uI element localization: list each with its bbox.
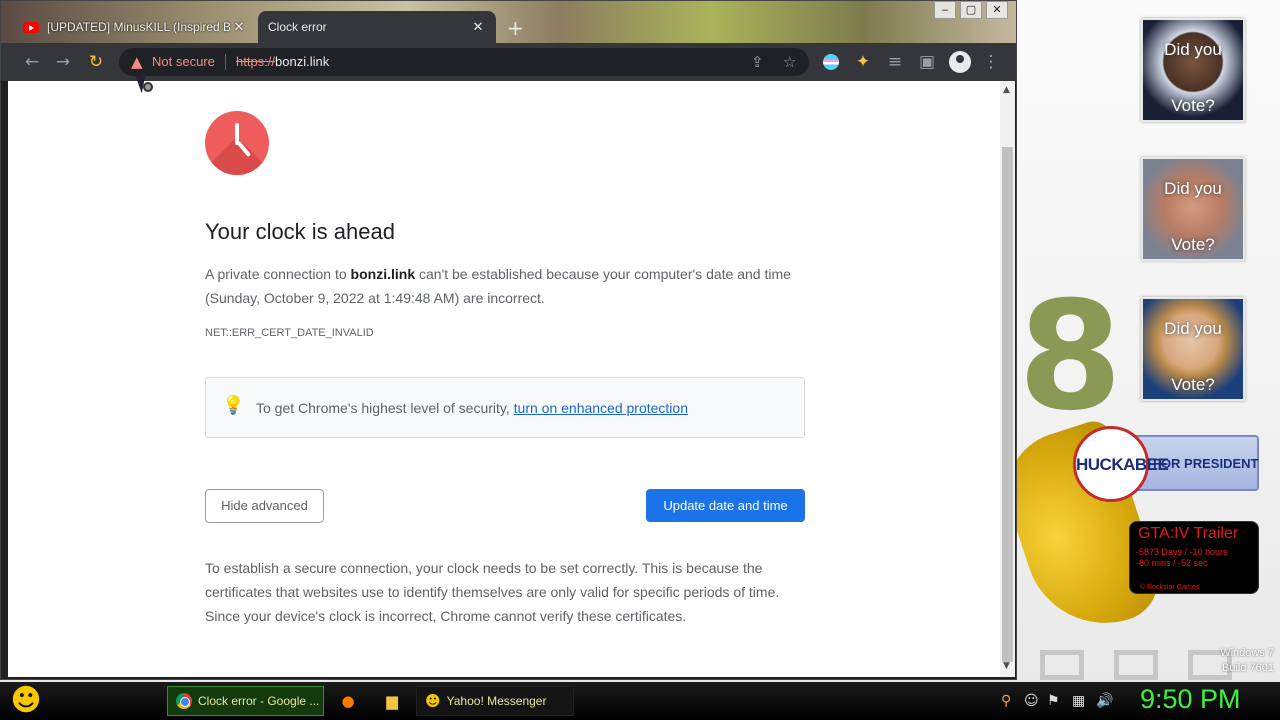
chrome-window: [UPDATED] MinusKILL (Inspired B... ✕ Clo… [0, 0, 1017, 680]
close-tab-icon[interactable]: ✕ [470, 19, 486, 35]
enhanced-protection-box: 💡 To get Chrome's highest level of secur… [205, 377, 805, 438]
taskbar-yahoo-messenger-item[interactable]: ☻ Yahoo! Messenger [416, 686, 574, 716]
vertical-scrollbar[interactable]: ▲ ▼ [1000, 81, 1015, 677]
lightbulb-icon: 💡 [222, 395, 245, 416]
interstitial-page: Your clock is ahead A private connection… [8, 81, 1000, 677]
omnibox[interactable]: ▲ Not secure https://bonzi.link ⇪ ☆ [119, 48, 809, 76]
side-panel-icon[interactable]: ▣ [917, 52, 937, 72]
flag-tray-icon[interactable]: ⚑ [1047, 693, 1060, 709]
gta-countdown-line2: -80 mins / -52 sec [1136, 558, 1208, 568]
taskbar-item-label: Yahoo! Messenger [446, 694, 547, 708]
tile-line1: Did you [1164, 319, 1222, 338]
forward-arrow-icon[interactable]: → [53, 52, 73, 72]
huckabee-gadget[interactable]: HUCKABEE FOR PRESIDENT [1073, 426, 1259, 502]
network-tray-icon[interactable]: ▦ [1072, 693, 1085, 709]
close-tab-icon[interactable]: ✕ [231, 19, 247, 35]
error-code[interactable]: NET::ERR_CERT_DATE_INVALID [205, 327, 374, 339]
profile-avatar-icon[interactable] [949, 51, 971, 73]
tile-line2: Vote? [1171, 375, 1215, 394]
maximize-button[interactable]: ▢ [960, 1, 982, 19]
close-window-button[interactable]: ✕ [986, 1, 1008, 19]
bookmark-star-icon[interactable]: ☆ [783, 53, 796, 71]
desktop-eight-graphic: 8 [1018, 270, 1122, 444]
taskbar-item-label: Clock error - Google ... [198, 694, 320, 708]
folder-icon[interactable]: ▆ [382, 691, 402, 711]
firefox-icon[interactable]: ● [338, 691, 358, 711]
tile-line1: Did you [1164, 179, 1222, 198]
vote-tile-mccain[interactable]: Did you Vote? [1141, 157, 1245, 261]
minimize-button[interactable]: ‒ [934, 1, 956, 19]
gta-countdown-line1: -5873 Days / -10 hours [1136, 547, 1228, 557]
update-date-time-button[interactable]: Update date and time [646, 489, 805, 522]
taskbar-clock[interactable]: 9:50 PM [1140, 684, 1241, 715]
search-tray-icon[interactable]: ⚲ [1001, 693, 1011, 709]
page-title: Your clock is ahead [205, 219, 395, 244]
chrome-icon [176, 693, 192, 709]
taskbar-chrome-item[interactable]: Clock error - Google ... [167, 686, 324, 716]
url-host: bonzi.link [275, 54, 330, 69]
vote-tile-obama[interactable]: Did you Vote? [1141, 18, 1245, 122]
not-secure-label[interactable]: Not secure [152, 54, 215, 69]
scrollbar-thumb[interactable] [1002, 147, 1013, 662]
smiley-tray-icon[interactable]: ☺ [1024, 693, 1039, 709]
menu-kebab-icon[interactable]: ⋮ [981, 52, 1001, 72]
tile-line2: Vote? [1171, 235, 1215, 254]
huckabee-sub: FOR PRESIDENT [1153, 456, 1259, 471]
enhanced-protection-link[interactable]: turn on enhanced protection [514, 400, 688, 416]
share-icon[interactable]: ⇪ [751, 53, 764, 71]
hide-advanced-button[interactable]: Hide advanced [205, 489, 324, 523]
youtube-icon [23, 21, 39, 33]
error-description: A private connection to bonzi.link can't… [205, 266, 791, 306]
scroll-down-arrow-icon[interactable]: ▼ [1003, 661, 1010, 671]
pride-extension-icon[interactable] [821, 52, 841, 72]
reload-icon[interactable]: ↻ [86, 52, 106, 72]
warning-triangle-icon[interactable]: ▲ [131, 53, 143, 71]
clock-icon [205, 111, 269, 175]
gta-countdown-gadget[interactable]: GTA:IV Trailer -5873 Days / -10 hours -8… [1129, 521, 1259, 594]
reading-list-icon[interactable]: ≡ [885, 52, 905, 72]
extensions-puzzle-icon[interactable]: ✦ [853, 52, 873, 72]
url-text[interactable]: https://bonzi.link [236, 54, 329, 69]
title-bar[interactable]: [UPDATED] MinusKILL (Inspired B... ✕ Clo… [1, 1, 1016, 43]
explanation-text: To establish a secure connection, your c… [205, 560, 780, 624]
yahoo-smiley-icon: ☻ [425, 692, 441, 710]
gta-footer: © Rockstar Games [1140, 584, 1200, 591]
volume-tray-icon[interactable]: 🔊 [1096, 693, 1113, 709]
url-scheme: https:// [236, 54, 276, 69]
info-text: To get Chrome's highest level of securit… [256, 400, 514, 416]
busy-cursor-icon [143, 82, 153, 92]
window-controls: ‒ ▢ ✕ [934, 1, 1008, 19]
gta-title: GTA:IV Trailer [1138, 525, 1239, 542]
tab-title: Clock error [268, 20, 327, 34]
scroll-up-arrow-icon[interactable]: ▲ [1003, 85, 1010, 95]
vote-tile-clinton[interactable]: Did you Vote? [1141, 297, 1245, 401]
tile-line2: Vote? [1171, 96, 1215, 115]
tab-clock-error[interactable]: Clock error ✕ [258, 11, 496, 43]
windows-version-watermark: Windows 7 Build 7601 [1220, 647, 1274, 674]
taskbar: ☻ Clock error - Google ... ● ▆ ☻ Yahoo! … [0, 682, 1280, 720]
host-name: bonzi.link [350, 266, 416, 282]
tab-title: [UPDATED] MinusKILL (Inspired B... [47, 20, 231, 34]
start-button-smiley-icon[interactable]: ☻ [6, 682, 46, 720]
new-tab-button[interactable]: + [507, 16, 524, 40]
back-arrow-icon[interactable]: ← [22, 52, 42, 72]
tile-line1: Did you [1164, 40, 1222, 59]
tab-youtube[interactable]: [UPDATED] MinusKILL (Inspired B... ✕ [13, 11, 257, 43]
